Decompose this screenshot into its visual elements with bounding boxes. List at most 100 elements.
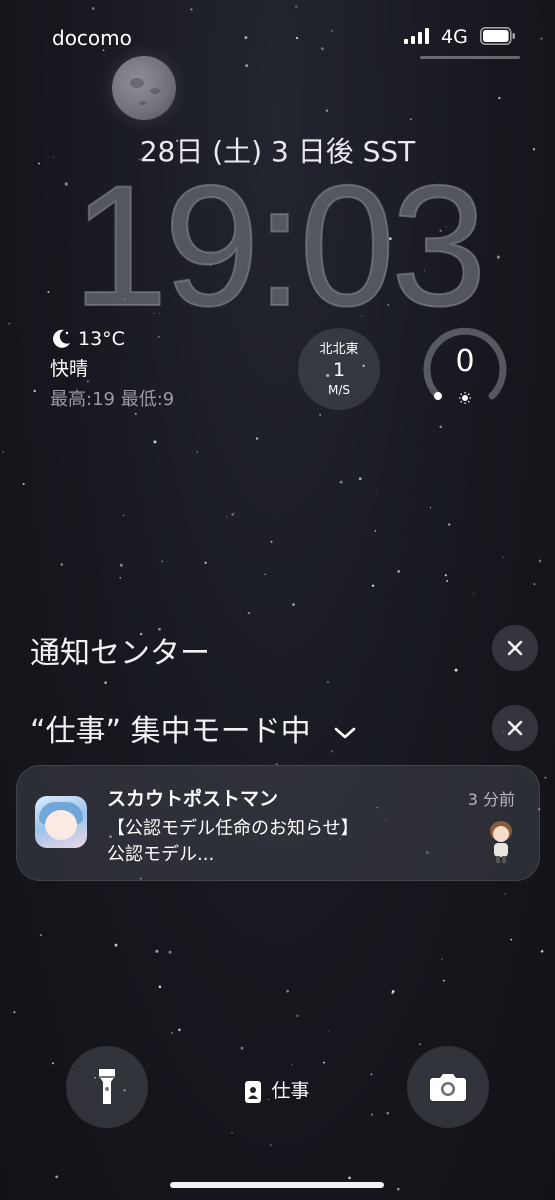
star bbox=[498, 97, 501, 100]
uv-value: 0 bbox=[455, 344, 475, 379]
carrier-label: docomo bbox=[52, 26, 132, 50]
focus-mode-name: 仕事 bbox=[271, 1080, 310, 1102]
star bbox=[370, 1073, 373, 1076]
signal-icon bbox=[404, 28, 429, 44]
star bbox=[397, 570, 401, 573]
star bbox=[292, 603, 295, 606]
clear-notifications-button[interactable] bbox=[492, 625, 538, 671]
star bbox=[2, 451, 5, 454]
star bbox=[234, 511, 236, 513]
weather-widget[interactable]: 13°C 快晴 最高:19 最低:9 bbox=[50, 328, 174, 411]
star bbox=[319, 413, 322, 416]
star bbox=[330, 750, 334, 753]
star bbox=[504, 893, 506, 895]
star bbox=[33, 389, 36, 393]
star bbox=[22, 483, 25, 486]
star bbox=[119, 563, 123, 567]
star bbox=[444, 574, 447, 577]
wind-speed: 1 bbox=[332, 359, 346, 381]
star bbox=[441, 958, 443, 961]
star bbox=[409, 118, 413, 121]
battery-icon bbox=[480, 27, 515, 45]
sun-icon bbox=[459, 392, 471, 404]
star bbox=[439, 425, 442, 429]
notification-app-name: スカウトポストマン bbox=[107, 788, 279, 810]
id-badge-icon bbox=[245, 1080, 262, 1103]
star bbox=[247, 611, 251, 615]
lock-clock[interactable]: 19:03 bbox=[0, 159, 555, 333]
star bbox=[296, 1014, 299, 1018]
moon-icon bbox=[53, 329, 70, 348]
camera-button[interactable] bbox=[407, 1046, 489, 1128]
star bbox=[374, 530, 377, 532]
app-icon bbox=[35, 796, 87, 848]
focus-mode-header[interactable]: “仕事” 集中モード中 bbox=[30, 706, 356, 750]
star bbox=[326, 680, 330, 684]
moon-image bbox=[112, 56, 176, 120]
star bbox=[371, 584, 375, 587]
star bbox=[386, 1111, 390, 1115]
network-label: 4G bbox=[441, 26, 468, 48]
star bbox=[240, 1046, 244, 1050]
star bbox=[540, 950, 544, 953]
star bbox=[134, 412, 137, 415]
star bbox=[196, 450, 199, 453]
status-bar: docomo 4G bbox=[0, 0, 555, 70]
star bbox=[286, 989, 289, 993]
close-icon bbox=[507, 640, 523, 656]
wind-widget[interactable]: 北北東 1 M/S bbox=[298, 328, 380, 410]
star bbox=[339, 480, 343, 484]
home-indicator[interactable] bbox=[170, 1182, 384, 1188]
star bbox=[119, 577, 121, 579]
star bbox=[270, 540, 273, 543]
star bbox=[204, 561, 207, 564]
focus-mode-label: “仕事” 集中モード中 bbox=[30, 714, 311, 749]
star bbox=[391, 990, 395, 993]
star bbox=[348, 1176, 351, 1180]
star bbox=[290, 1063, 293, 1066]
star bbox=[376, 493, 378, 495]
star bbox=[544, 776, 547, 779]
star bbox=[325, 109, 329, 112]
star bbox=[446, 580, 449, 582]
star bbox=[419, 1043, 421, 1046]
notification-center-title: 通知センター bbox=[30, 636, 210, 671]
close-icon bbox=[507, 720, 523, 736]
star bbox=[153, 440, 157, 444]
star bbox=[168, 950, 172, 954]
star bbox=[55, 1175, 59, 1179]
sender-avatar bbox=[490, 821, 512, 863]
camera-icon bbox=[430, 1074, 466, 1101]
status-underline bbox=[420, 56, 520, 59]
star bbox=[231, 1131, 234, 1134]
star bbox=[158, 985, 162, 989]
star bbox=[323, 1061, 326, 1064]
star bbox=[39, 934, 42, 937]
star bbox=[533, 583, 536, 586]
star bbox=[370, 1113, 373, 1116]
uv-indicator-dot bbox=[434, 392, 442, 400]
star bbox=[442, 979, 445, 982]
clear-focus-notifications-button[interactable] bbox=[492, 705, 538, 751]
notification-line-2: 公認モデル... bbox=[107, 844, 215, 865]
star bbox=[472, 592, 475, 595]
star bbox=[171, 1032, 173, 1034]
star bbox=[327, 1030, 330, 1033]
star bbox=[448, 523, 451, 526]
star bbox=[429, 507, 432, 509]
star bbox=[264, 573, 266, 576]
star bbox=[155, 949, 159, 953]
star bbox=[122, 514, 125, 517]
notification-card[interactable]: スカウトポストマン 3 分前 【公認モデル任命のお知らせ】 公認モデル... bbox=[16, 765, 540, 881]
star bbox=[538, 559, 542, 563]
notification-line-1: 【公認モデル任命のお知らせ】 bbox=[107, 818, 359, 839]
wind-direction: 北北東 bbox=[319, 342, 359, 357]
star bbox=[114, 943, 118, 947]
star bbox=[104, 681, 107, 684]
star bbox=[454, 668, 458, 672]
star bbox=[231, 513, 235, 516]
star bbox=[60, 563, 64, 566]
star bbox=[52, 1062, 54, 1065]
wind-unit: M/S bbox=[327, 383, 350, 397]
star bbox=[161, 560, 163, 562]
